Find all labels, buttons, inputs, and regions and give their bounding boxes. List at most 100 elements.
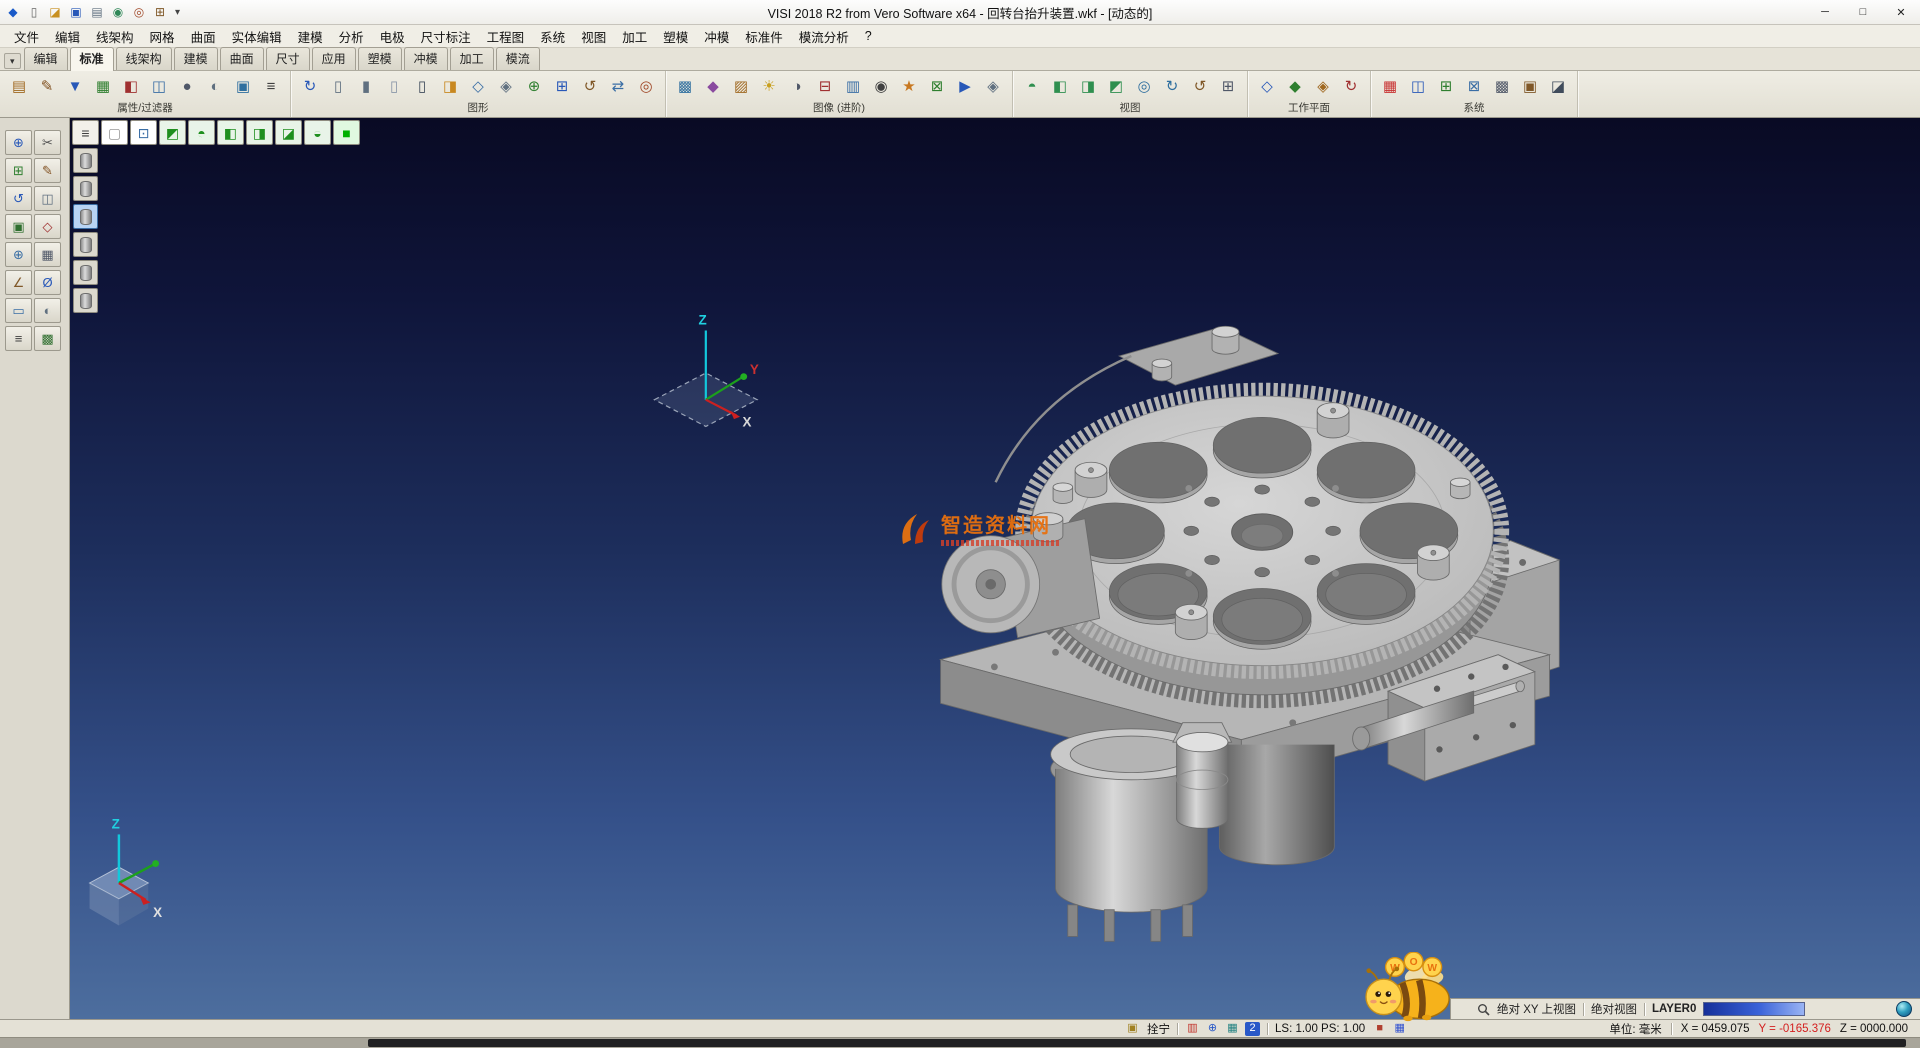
macro-icon[interactable]: ⊞ (150, 2, 170, 22)
menu-item[interactable]: 电极 (372, 25, 413, 48)
new-file-icon[interactable]: ▯ (24, 2, 44, 22)
hatch-tool-icon[interactable]: ▩ (34, 326, 61, 351)
print-icon[interactable]: ▤ (87, 2, 107, 22)
previous-view-icon[interactable]: ↺ (1187, 73, 1213, 100)
menu-item[interactable]: 尺寸标注 (413, 25, 479, 48)
ribbon-tab[interactable]: 建模 (174, 47, 218, 70)
menu-item[interactable]: 线架构 (88, 25, 142, 48)
layer-label[interactable]: LAYER0 (1652, 1003, 1696, 1015)
menu-item[interactable]: 分析 (331, 25, 372, 48)
cylinder-shaded-icon[interactable]: ▮ (353, 73, 379, 100)
shade-tool-icon[interactable]: ◐ (34, 298, 61, 323)
menu-item[interactable]: 编辑 (47, 25, 88, 48)
cube-front-icon[interactable]: ◧ (217, 120, 244, 145)
cube-side-icon[interactable]: ◨ (246, 120, 273, 145)
clip-cylinder-icon[interactable] (73, 204, 98, 229)
point-tool-icon[interactable]: ◇ (34, 214, 61, 239)
angle-tool-icon[interactable]: ∠ (5, 270, 32, 295)
ribbon-tab[interactable]: 编辑 (24, 47, 68, 70)
capture-icon[interactable]: ⊠ (924, 73, 950, 100)
section-view-icon[interactable]: ⊟ (812, 73, 838, 100)
view-side-icon[interactable]: ◨ (1075, 73, 1101, 100)
clip-plane-icon[interactable] (73, 232, 98, 257)
quick-filter-icon[interactable]: ≡ (258, 73, 284, 100)
shaded-view-icon[interactable]: ◨ (437, 73, 463, 100)
plot-icon[interactable]: ◉ (108, 2, 128, 22)
snapshot-icon[interactable]: ◎ (129, 2, 149, 22)
menu-item[interactable]: 建模 (290, 25, 331, 48)
system-options-icon[interactable]: ▩ (1489, 73, 1515, 100)
render-sphere-icon[interactable] (1896, 1001, 1912, 1017)
insert-tool-icon[interactable]: ⊕ (5, 242, 32, 267)
screen-config-icon[interactable]: ◫ (1405, 73, 1431, 100)
construction-mode-icon[interactable]: ⊕ (1205, 1022, 1220, 1036)
view-mode-label[interactable]: 绝对视图 (1591, 1001, 1637, 1017)
cube-top-icon[interactable]: ◓ (188, 120, 215, 145)
view-iso-icon[interactable]: ◩ (1103, 73, 1129, 100)
zoom-all-icon[interactable]: ⊕ (521, 73, 547, 100)
snap-settings-icon[interactable]: ⊠ (1461, 73, 1487, 100)
menu-item[interactable]: 曲面 (183, 25, 224, 48)
minimize-button[interactable]: ─ (1806, 0, 1844, 24)
dynamic-rotate-icon[interactable]: ◎ (633, 73, 659, 100)
render-system-icon[interactable]: ◪ (1545, 73, 1571, 100)
color-filter-icon[interactable]: ◧ (118, 73, 144, 100)
attributes-icon[interactable]: ▤ (6, 73, 32, 100)
workplane-rotate-icon[interactable]: ↻ (1338, 73, 1364, 100)
ribbon-tab[interactable]: 标准 (70, 47, 114, 71)
curve-filter-icon[interactable]: ◐ (202, 73, 228, 100)
snap-label[interactable]: 拴宁 (1147, 1021, 1170, 1037)
menu-item[interactable]: 标准件 (737, 25, 791, 48)
materials-icon[interactable]: ◆ (700, 73, 726, 100)
open-file-icon[interactable]: ◪ (45, 2, 65, 22)
diameter-tool-icon[interactable]: Ø (34, 270, 61, 295)
quick-access-dropdown-icon[interactable]: ▾ (170, 7, 185, 18)
animation-icon[interactable]: ▶ (952, 73, 978, 100)
workplane-entity-icon[interactable]: ◈ (1310, 73, 1336, 100)
palette-icon[interactable]: ▦ (1392, 1022, 1407, 1036)
cube-iso-icon[interactable]: ◩ (159, 120, 186, 145)
select-tool-icon[interactable]: ⊕ (5, 130, 32, 155)
stereo-icon[interactable]: ◈ (980, 73, 1006, 100)
ribbon-tab[interactable]: 曲面 (220, 47, 264, 70)
horizontal-scrollbar[interactable] (0, 1037, 1920, 1048)
attribute-painter-icon[interactable]: ✎ (34, 73, 60, 100)
textures-icon[interactable]: ▨ (728, 73, 754, 100)
layer-filter-icon[interactable]: ▦ (90, 73, 116, 100)
color-table-icon[interactable]: ▦ (1377, 73, 1403, 100)
blank-view-icon[interactable]: ▢ (101, 120, 128, 145)
layer-color-bar[interactable] (1703, 1002, 1805, 1016)
save-file-icon[interactable]: ▣ (66, 2, 86, 22)
shadows-icon[interactable]: ◑ (784, 73, 810, 100)
menu-item[interactable]: 加工 (614, 25, 655, 48)
coordinate-system-label[interactable]: 绝对 XY 上视图 (1497, 1001, 1576, 1017)
app-logo-icon[interactable]: ◆ (3, 2, 23, 22)
menu-item[interactable]: 网格 (142, 25, 183, 48)
view-front-icon[interactable]: ◧ (1047, 73, 1073, 100)
tab-dropdown-icon[interactable]: ▾ (4, 53, 21, 69)
zoom-window-icon[interactable]: ⊞ (549, 73, 575, 100)
dynamic-pan-icon[interactable]: ⇄ (605, 73, 631, 100)
grid-settings-icon[interactable]: ⊞ (1433, 73, 1459, 100)
point-filter-icon[interactable]: ● (174, 73, 200, 100)
solid-filter-icon[interactable]: ▣ (230, 73, 256, 100)
menu-item[interactable]: 工程图 (479, 25, 533, 48)
clip-box-icon[interactable] (73, 176, 98, 201)
view-normal-icon[interactable]: ◎ (1131, 73, 1157, 100)
clip-custom-icon[interactable] (73, 288, 98, 313)
lights-icon[interactable]: ☀ (756, 73, 782, 100)
ribbon-tab[interactable]: 加工 (450, 47, 494, 70)
zoom-previous-icon[interactable]: ↺ (577, 73, 603, 100)
menu-item[interactable]: 实体编辑 (224, 25, 290, 48)
menu-item[interactable]: 模流分析 (791, 25, 857, 48)
ribbon-tab[interactable]: 冲模 (404, 47, 448, 70)
cylinder-display-icon[interactable]: ▯ (325, 73, 351, 100)
view-list-icon[interactable]: ≡ (72, 120, 99, 145)
ribbon-tab[interactable]: 塑模 (358, 47, 402, 70)
trim-tool-icon[interactable]: ✂ (34, 130, 61, 155)
cube-bottom-icon[interactable]: ◒ (304, 120, 331, 145)
maximize-button[interactable]: □ (1844, 0, 1882, 24)
advanced-shading-icon[interactable]: ▩ (672, 73, 698, 100)
menu-item[interactable]: 视图 (573, 25, 614, 48)
clip-none-icon[interactable] (73, 148, 98, 173)
